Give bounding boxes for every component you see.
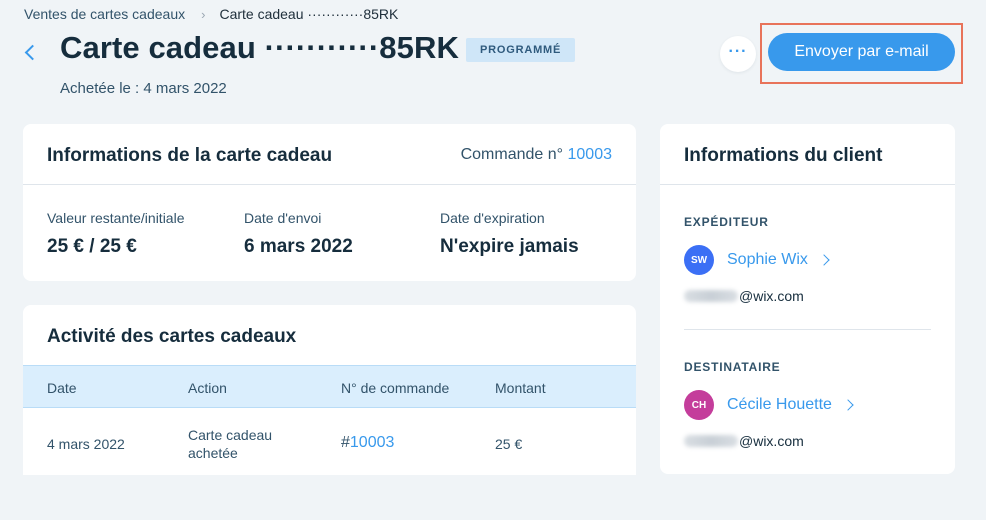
- order-number: 10003: [349, 434, 395, 451]
- sender-email-domain: @wix.com: [739, 288, 804, 304]
- column-header-action: Action: [188, 380, 227, 396]
- client-info-card: Informations du client EXPÉDITEUR SW Sop…: [660, 124, 955, 474]
- activity-title: Activité des cartes cadeaux: [47, 326, 297, 347]
- cell-date: 4 mars 2022: [47, 436, 125, 452]
- sender-email: @wix.com: [684, 288, 804, 304]
- card-divider: [23, 184, 636, 185]
- purchase-date-text: Achetée le : 4 mars 2022: [60, 80, 227, 97]
- status-badge: PROGRAMMÉ: [466, 38, 576, 62]
- sender-link[interactable]: SW Sophie Wix: [684, 245, 830, 275]
- gift-card-info-card: Informations de la carte cadeau Commande…: [23, 124, 636, 281]
- sender-section-label: EXPÉDITEUR: [684, 215, 769, 229]
- recipient-section-label: DESTINATAIRE: [684, 360, 781, 374]
- breadcrumb: Ventes de cartes cadeaux › Carte cadeau …: [24, 5, 398, 23]
- section-divider: [684, 329, 931, 330]
- send-email-button[interactable]: Envoyer par e-mail: [768, 33, 955, 71]
- more-dots-icon: ···: [728, 42, 748, 60]
- order-number-link[interactable]: 10003: [568, 146, 613, 163]
- field-label: Date d'envoi: [244, 210, 322, 226]
- avatar: CH: [684, 390, 714, 420]
- breadcrumb-separator-icon: ›: [201, 6, 206, 22]
- breadcrumb-item-gift-card-sales[interactable]: Ventes de cartes cadeaux: [24, 6, 185, 22]
- chevron-right-icon: [818, 254, 830, 266]
- order-hash: #: [341, 434, 350, 451]
- back-chevron-icon[interactable]: [22, 42, 38, 64]
- column-header-date: Date: [47, 380, 77, 396]
- avatar: SW: [684, 245, 714, 275]
- cell-action: Carte cadeau achetée: [188, 427, 273, 461]
- activity-card: Activité des cartes cadeaux Date Action …: [23, 305, 636, 475]
- recipient-email: @wix.com: [684, 433, 804, 449]
- table-header: Date Action N° de commande Montant: [23, 365, 636, 408]
- recipient-link[interactable]: CH Cécile Houette: [684, 390, 854, 420]
- order-label: Commande n°: [460, 146, 564, 163]
- field-label: Valeur restante/initiale: [47, 210, 185, 226]
- field-value: 25 € / 25 €: [47, 236, 137, 257]
- column-header-order-number: N° de commande: [341, 380, 450, 396]
- redacted-email-user: [684, 435, 738, 447]
- table-row: 4 mars 2022 Carte cadeau achetée #10003 …: [23, 408, 636, 475]
- field-remaining-value: Valeur restante/initiale 25 € / 25 €: [47, 210, 184, 258]
- column-header-amount: Montant: [495, 380, 546, 396]
- redacted-email-user: [684, 290, 738, 302]
- gift-card-info-title: Informations de la carte cadeau: [47, 145, 333, 166]
- chevron-right-icon: [842, 399, 854, 411]
- field-label: Date d'expiration: [440, 210, 545, 226]
- field-value: 6 mars 2022: [244, 236, 353, 257]
- breadcrumb-item-current: Carte cadeau ············85RK: [219, 6, 399, 22]
- recipient-email-domain: @wix.com: [739, 433, 804, 449]
- page-title: Carte cadeau ···········85RK: [60, 30, 459, 65]
- cell-order-link[interactable]: #10003: [341, 434, 394, 452]
- card-divider: [660, 184, 955, 185]
- field-send-date: Date d'envoi 6 mars 2022: [244, 210, 353, 258]
- cell-amount: 25 €: [495, 436, 523, 452]
- recipient-name: Cécile Houette: [727, 396, 832, 413]
- field-value: N'expire jamais: [440, 236, 579, 257]
- field-expiration-date: Date d'expiration N'expire jamais: [440, 210, 579, 258]
- more-actions-button[interactable]: ···: [720, 36, 756, 72]
- client-info-title: Informations du client: [684, 145, 883, 166]
- order-reference: Commande n° 10003: [461, 146, 612, 164]
- sender-name: Sophie Wix: [727, 251, 808, 268]
